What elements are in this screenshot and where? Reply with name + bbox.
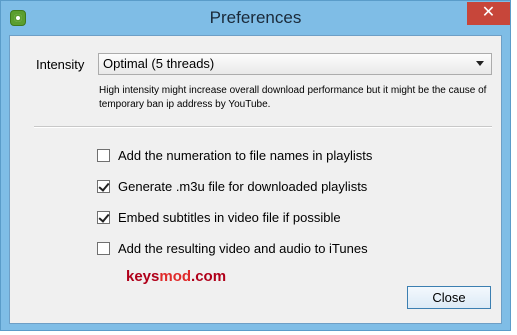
intensity-note: High intensity might increase overall do… (99, 85, 487, 110)
watermark-part-keys: keys (126, 268, 160, 285)
chevron-down-icon[interactable] (476, 61, 484, 66)
option-label: Add the resulting video and audio to iTu… (118, 241, 368, 256)
generate-m3u-checkbox[interactable] (97, 180, 110, 193)
numeration-checkbox[interactable] (97, 149, 110, 162)
option-label: Add the numeration to file names in play… (118, 148, 373, 163)
watermark-text: keysmod.com (126, 268, 226, 285)
watermark-part-com: .com (191, 268, 227, 285)
title-bar[interactable]: Preferences ✕ (1, 1, 510, 35)
intensity-label: Intensity (36, 57, 85, 72)
window-close-button[interactable]: ✕ (467, 2, 510, 25)
divider (34, 126, 492, 128)
close-button[interactable]: Close (407, 286, 491, 309)
option-label: Generate .m3u file for downloaded playli… (118, 179, 368, 194)
option-label: Embed subtitles in video file if possibl… (118, 210, 341, 225)
intensity-selected-value: Optimal (5 threads) (103, 56, 215, 71)
dialog-body: Intensity Optimal (5 threads) High inten… (9, 35, 502, 324)
intensity-select[interactable]: Optimal (5 threads) (98, 53, 492, 75)
watermark-part-mod: mod (159, 268, 192, 285)
embed-subtitles-checkbox[interactable] (97, 211, 110, 224)
window-title: Preferences (209, 8, 302, 27)
itunes-checkbox[interactable] (97, 242, 110, 255)
preferences-window: Preferences ✕ Intensity Optimal (5 threa… (0, 0, 511, 331)
